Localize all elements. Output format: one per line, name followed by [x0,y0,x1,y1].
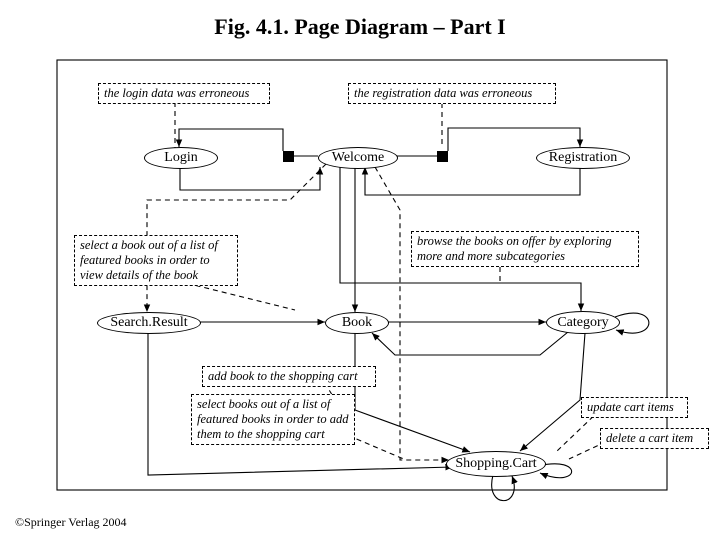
junction-square [437,151,448,162]
note-login-error: the login data was erroneous [98,83,270,104]
note-select-featured-details: select a book out of a list of featured … [74,235,238,286]
node-category: Category [546,311,620,334]
note-browse-subcategories: browse the books on offer by exploring m… [411,231,639,267]
node-welcome: Welcome [318,147,398,169]
node-book: Book [325,312,389,334]
note-delete-cart: delete a cart item [600,428,709,449]
note-update-cart: update cart items [581,397,688,418]
node-login: Login [144,147,218,169]
node-shopping-cart: Shopping.Cart [446,451,546,477]
note-select-featured-add: select books out of a list of featured b… [191,394,355,445]
note-add-book: add book to the shopping cart [202,366,376,387]
note-registration-error: the registration data was erroneous [348,83,556,104]
node-search-result: Search.Result [97,312,201,334]
junction-square [283,151,294,162]
node-registration: Registration [536,147,630,169]
